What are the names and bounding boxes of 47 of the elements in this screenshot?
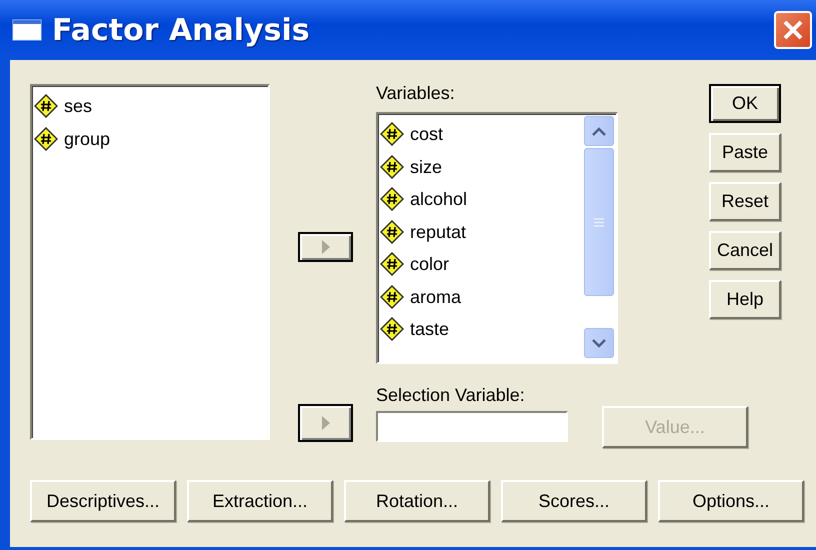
selection-variable-field[interactable] (376, 411, 568, 442)
up-chevron-icon (592, 126, 606, 136)
variable-item[interactable]: alcohol (410, 190, 468, 208)
dialog-button[interactable]: Help (709, 280, 781, 319)
close-icon (782, 19, 804, 41)
right-arrow-icon (322, 240, 330, 254)
move-to-selection-button[interactable] (298, 404, 353, 442)
variable-item[interactable]: color (410, 255, 450, 274)
numeric-variable-icon (380, 220, 404, 244)
dialog-button[interactable]: Rotation... (344, 480, 490, 522)
dialog-button[interactable]: Cancel (709, 231, 781, 270)
dialog-button[interactable]: Options... (658, 480, 804, 522)
variable-item[interactable]: taste (410, 320, 450, 338)
down-chevron-icon (592, 338, 606, 348)
window-icon (12, 19, 42, 41)
dialog-button[interactable]: OK (709, 84, 781, 123)
dialog-button[interactable]: Descriptives... (30, 480, 176, 522)
variable-item[interactable]: aroma (410, 288, 462, 306)
dialog-button[interactable]: Scores... (501, 480, 647, 522)
variables-list[interactable]: cost size alcohol reputat color aroma taste (376, 112, 618, 364)
dialog-button[interactable]: Reset (709, 182, 781, 221)
move-to-variables-button[interactable] (298, 232, 353, 262)
numeric-variable-icon (380, 122, 404, 146)
source-variable-list[interactable]: ses group (30, 84, 270, 440)
variable-item[interactable]: cost (410, 125, 444, 144)
numeric-variable-icon (380, 187, 404, 212)
dialog-button[interactable]: Paste (709, 133, 781, 172)
grip-icon (594, 218, 604, 226)
scroll-up-button[interactable] (584, 116, 614, 146)
dialog-button[interactable]: Extraction... (187, 480, 333, 522)
right-arrow-icon (322, 416, 330, 430)
selection-variable-label: Selection Variable: (376, 386, 526, 407)
variable-item[interactable]: size (410, 158, 442, 176)
variable-item[interactable]: group (64, 130, 110, 148)
numeric-variable-icon (380, 317, 404, 342)
numeric-variable-icon (380, 154, 404, 179)
variables-label: Variables: (376, 84, 456, 105)
numeric-variable-icon (34, 94, 58, 118)
numeric-variable-icon (380, 252, 404, 276)
close-button[interactable] (774, 11, 812, 49)
numeric-variable-icon (34, 126, 58, 151)
numeric-variable-icon (380, 284, 404, 309)
scrollbar-thumb[interactable] (584, 148, 614, 296)
variable-item[interactable]: reputat (410, 222, 466, 241)
scroll-down-button[interactable] (584, 328, 614, 358)
window-title: Factor Analysis (52, 12, 310, 50)
variable-item[interactable]: ses (64, 97, 92, 116)
